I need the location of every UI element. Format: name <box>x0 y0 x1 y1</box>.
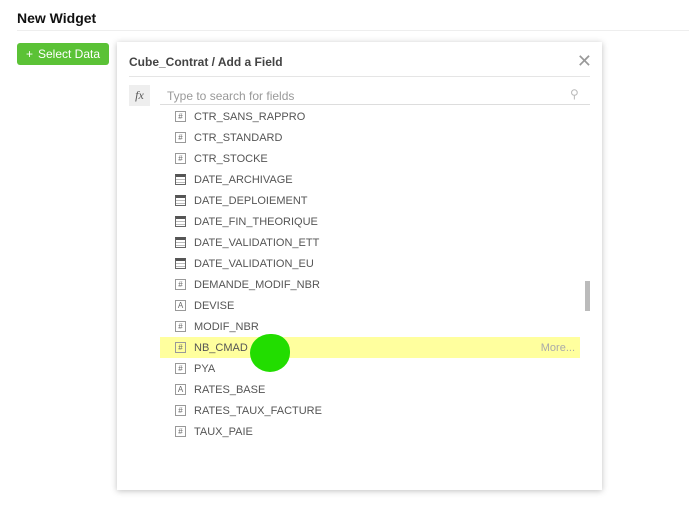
field-name: TAUX_PAIE <box>194 425 253 438</box>
field-item[interactable]: DATE_VALIDATION_ETT <box>160 232 580 253</box>
field-item[interactable]: DATE_VALIDATION_EU <box>160 253 580 274</box>
field-item[interactable]: A DEVISE <box>160 295 580 316</box>
field-item[interactable]: A RATES_BASE <box>160 379 580 400</box>
calendar-icon <box>175 216 186 227</box>
field-name: PYA <box>194 362 216 375</box>
field-name: RATES_TAUX_FACTURE <box>194 404 322 417</box>
page-title: New Widget <box>17 10 97 26</box>
field-item[interactable]: # RATES_TAUX_FACTURE <box>160 400 580 421</box>
number-type-icon: # <box>175 426 186 437</box>
divider <box>17 30 689 31</box>
field-name: DEVISE <box>194 299 235 312</box>
divider <box>129 76 590 77</box>
field-item[interactable]: # NB_CMAD Sum More... <box>160 337 580 358</box>
field-name: DEMANDE_MODIF_NBR <box>194 278 320 291</box>
field-item[interactable]: # TAUX_PAIE <box>160 421 580 442</box>
select-data-button[interactable]: + Select Data <box>17 43 109 65</box>
add-field-dialog: Cube_Contrat / Add a Field ✕ fx ⚲ # CTR_S… <box>117 42 602 490</box>
close-icon[interactable]: ✕ <box>577 51 592 72</box>
field-item[interactable]: DATE_DEPLOIEMENT <box>160 190 580 211</box>
field-item[interactable]: # DEMANDE_MODIF_NBR <box>160 274 580 295</box>
formula-button[interactable]: fx <box>129 85 150 106</box>
field-item[interactable]: # CTR_STANDARD <box>160 127 580 148</box>
calendar-icon <box>175 195 186 206</box>
field-name: DATE_VALIDATION_ETT <box>194 236 320 249</box>
text-type-icon: A <box>175 300 186 311</box>
dialog-title: Cube_Contrat / Add a Field <box>129 55 283 69</box>
field-item[interactable]: DATE_ARCHIVAGE <box>160 169 580 190</box>
number-type-icon: # <box>175 405 186 416</box>
aggregation-label[interactable]: Sum <box>262 342 285 354</box>
number-type-icon: # <box>175 111 186 122</box>
field-name: CTR_SANS_RAPPRO <box>194 110 306 123</box>
field-name: RATES_BASE <box>194 383 266 396</box>
field-item[interactable]: # CTR_SANS_RAPPRO <box>160 106 580 127</box>
search-input[interactable] <box>160 87 590 105</box>
more-link[interactable]: More... <box>541 342 575 354</box>
field-name: NB_CMAD <box>194 341 248 354</box>
field-name: CTR_STOCKE <box>194 152 268 165</box>
calendar-icon <box>175 174 186 185</box>
field-item[interactable]: # PYA <box>160 358 580 379</box>
field-item[interactable]: # MODIF_NBR <box>160 316 580 337</box>
field-name: DATE_ARCHIVAGE <box>194 173 293 186</box>
field-name: CTR_STANDARD <box>194 131 283 144</box>
select-data-label: Select Data <box>37 47 101 61</box>
field-item[interactable]: # CTR_STOCKE <box>160 148 580 169</box>
number-type-icon: # <box>175 321 186 332</box>
field-name: DATE_FIN_THEORIQUE <box>194 215 318 228</box>
search-icon: ⚲ <box>570 87 579 101</box>
scrollbar[interactable] <box>585 281 590 311</box>
number-type-icon: # <box>175 279 186 290</box>
plus-icon: + <box>25 47 33 61</box>
field-item[interactable]: DATE_FIN_THEORIQUE <box>160 211 580 232</box>
text-type-icon: A <box>175 384 186 395</box>
number-type-icon: # <box>175 342 186 353</box>
field-name: MODIF_NBR <box>194 320 259 333</box>
field-name: DATE_DEPLOIEMENT <box>194 194 308 207</box>
number-type-icon: # <box>175 363 186 374</box>
number-type-icon: # <box>175 132 186 143</box>
field-name: DATE_VALIDATION_EU <box>194 257 314 270</box>
field-list: # CTR_SANS_RAPPRO # CTR_STANDARD # CTR_STOCKE… <box>160 106 580 442</box>
calendar-icon <box>175 237 186 248</box>
calendar-icon <box>175 258 186 269</box>
number-type-icon: # <box>175 153 186 164</box>
